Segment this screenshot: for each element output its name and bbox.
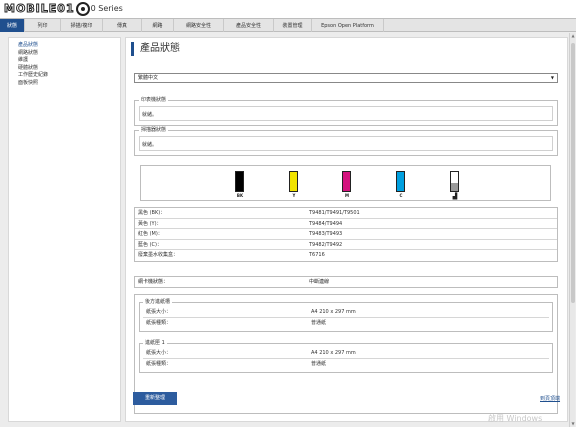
maintenance-box-bar [450,171,459,192]
tray-value: A4 210 x 297 mm [311,350,356,356]
sidebar-item-job-history[interactable]: 工作歷史紀錄 [18,72,120,80]
printer-status-inner [139,106,553,121]
cartridge-table: 黑色 (BK)： T9481/T9491/T9501 黃色 (Y)： T9484/T… [134,207,558,262]
product-series: 0 Series [90,4,123,13]
cartridge-value: T9482/T9492 [309,241,343,248]
ink-bar-y [289,171,298,192]
tab-epson-open-platform[interactable]: Epson Open Platform [312,19,384,32]
ink-fill-bk [236,172,243,191]
printer-status-group: 印表機狀態 就緒。 [134,97,558,126]
paper-trays-panel: 後方進紙槽 紙張大小： A4 210 x 297 mm 紙張種類： 普通紙 進紙匣 … [134,294,558,414]
tray-value: 普通紙 [311,319,327,326]
windows-activation-watermark: 啟用 Windows [488,414,543,423]
cartridge-key: 黑色 (BK)： [138,210,166,216]
ink-bar-m [342,171,351,192]
cartridge-value: T9483/T9493 [309,231,343,237]
ink-label-y: Y [292,193,296,198]
table-row: 黑色 (BK)： T9481/T9491/T9501 [135,208,557,219]
table-row: 紙張大小： A4 210 x 297 mm [143,307,549,318]
cartridge-value: T9481/T9491/T9501 [309,210,360,216]
scanner-status-legend: 掃描器狀態 [139,127,169,134]
table-row: 紙張種類： 普通紙 [143,359,549,370]
scanner-status-value: 就緒。 [142,142,158,148]
page-scrollbar[interactable]: ▲ ▼ [569,33,575,427]
sidebar-item-maintenance[interactable]: 維護 [18,57,120,65]
table-row: 紅色 (M)： T9483/T9493 [135,229,557,240]
tray-legend: 後方進紙槽 [143,299,173,306]
tray-rear-feed: 後方進紙槽 紙張大小： A4 210 x 297 mm 紙張種類： 普通紙 [139,299,553,332]
table-row: 廢棄墨水收集盒： T6716 [135,250,557,261]
main-tabs: 狀態 列印 掃描/複印 傳真 網路 網路安全性 產品安全性 裝置管理 Epson… [0,18,576,32]
scroll-thumb[interactable] [571,43,575,303]
ink-fill-m [343,172,350,191]
logo-text: MOBILE01 [4,2,75,16]
tray-value: 普通紙 [311,360,327,367]
sidebar-item-hardware-status[interactable]: 硬體狀態 [18,65,120,73]
table-row: 紙張大小： A4 210 x 297 mm [143,348,549,359]
ink-fill-y [290,172,297,191]
sidebar: 產品狀態 網路狀態 維護 硬體狀態 工作歷史紀錄 面板快照 [8,37,121,422]
maintenance-box-icon: ▟ [452,193,458,200]
refresh-button[interactable]: 重新整理 [133,392,177,405]
tray-value: A4 210 x 297 mm [311,309,356,315]
tab-status[interactable]: 狀態 [0,19,25,32]
ink-bar-c [396,171,405,192]
tray-key: 紙張種類： [146,360,172,367]
ink-fill-c [397,172,404,191]
network-status-value: 中斷連線 [309,279,330,285]
printer-status-legend: 印表機狀態 [139,97,169,104]
sidebar-item-product-status[interactable]: 產品狀態 [18,42,120,50]
ink-label-m: M [345,193,349,198]
tab-network-security[interactable]: 網路安全性 [174,19,224,32]
chevron-down-icon: ▼ [550,75,554,80]
ink-label-bk: BK [236,193,244,198]
tray-key: 紙張種類： [146,319,172,326]
site-logo: MOBILE01 0 Series [4,1,123,16]
ink-label-c: C [399,193,403,198]
network-status-box: 網卡機狀態： 中斷連線 [134,276,558,288]
table-row: 黃色 (Y)： T9484/T9494 [135,219,557,229]
sidebar-item-network-status[interactable]: 網路狀態 [18,50,120,58]
table-row: 藍色 (C)： T9482/T9492 [135,240,557,250]
page-title: 產品狀態 [131,42,180,56]
language-select-value: 繁體中文 [138,75,159,81]
top-header: MOBILE01 0 Series [0,0,576,18]
tray-cassette-1: 進紙匣 1 紙張大小： A4 210 x 297 mm 紙張種類： 普通紙 [139,340,553,373]
scanner-status-group: 掃描器狀態 就緒。 [134,127,558,156]
network-status-key: 網卡機狀態： [138,279,169,285]
tray-legend: 進紙匣 1 [143,340,167,347]
tray-key: 紙張大小： [146,350,172,356]
printer-status-value: 就緒。 [142,112,158,118]
tab-scan-copy[interactable]: 掃描/複印 [61,19,103,32]
tab-fax[interactable]: 傳真 [103,19,142,32]
language-select[interactable]: 繁體中文 ▼ [134,73,558,83]
back-to-top-link[interactable]: 到頁頂端 [540,395,560,402]
cartridge-key: 紅色 (M)： [138,231,163,237]
logo-eye-icon [75,1,90,16]
cartridge-value: T6716 [309,252,325,258]
cartridge-key: 黃色 (Y)： [138,220,162,227]
table-row: 紙張種類： 普通紙 [143,318,549,329]
tray-key: 紙張大小： [146,309,172,315]
ink-bar-bk [235,171,244,192]
ink-levels-panel: BK Y M C ▟ [140,165,551,201]
cartridge-key: 廢棄墨水收集盒： [138,252,179,258]
cartridge-value: T9484/T9494 [309,220,343,227]
tab-device-management[interactable]: 裝置管理 [274,19,312,32]
cartridge-key: 藍色 (C)： [138,241,162,248]
tab-print[interactable]: 列印 [25,19,61,32]
scanner-status-inner [139,136,553,151]
tab-product-security[interactable]: 產品安全性 [224,19,274,32]
sidebar-item-panel-snapshot[interactable]: 面板快照 [18,80,120,88]
scroll-down-icon[interactable]: ▼ [570,421,576,427]
tab-network[interactable]: 網路 [142,19,174,32]
main-content: 產品狀態 繁體中文 ▼ 印表機狀態 就緒。 掃描器狀態 就緒。 BK Y M C… [125,37,568,422]
scroll-up-icon[interactable]: ▲ [570,33,576,39]
maintenance-box-fill [451,183,458,191]
